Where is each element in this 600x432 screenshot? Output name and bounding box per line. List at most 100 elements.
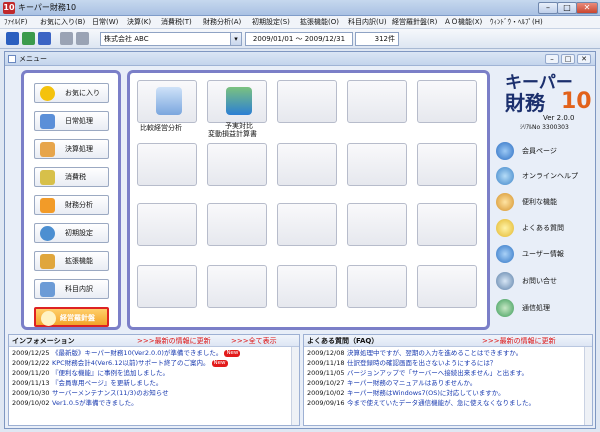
- information-scrollbar[interactable]: [291, 347, 299, 425]
- faq-row[interactable]: 2009/09/16 今まで使えていたデータ通信機能が、急に使えなくなりました。: [307, 399, 535, 408]
- window-icon: [8, 55, 16, 63]
- link-contact[interactable]: お問い合せ: [522, 276, 557, 286]
- tool-icon[interactable]: [60, 32, 73, 45]
- info-text[interactable]: 『便利な機能』に事例を追加しました。: [52, 369, 169, 377]
- mail-icon[interactable]: [38, 32, 51, 45]
- maximize-button[interactable]: □: [557, 2, 577, 14]
- faq-row[interactable]: 2009/12/08 決算処理中ですが、翌期の入力を進めることはできますか。: [307, 349, 522, 358]
- menu-breakdown[interactable]: 科目内訳(U): [348, 16, 387, 29]
- tile-budget-comparison[interactable]: [207, 80, 267, 123]
- faq-row[interactable]: 2009/10/27 キーパー財務のマニュアルはありませんか。: [307, 379, 476, 388]
- nav-closing[interactable]: 決算処理: [34, 139, 109, 159]
- faq-row[interactable]: 2009/11/18 仕訳登録時の確認画面を出さないようにするには？: [307, 359, 496, 368]
- chevron-down-icon[interactable]: ▾: [230, 33, 241, 45]
- information-showall-link[interactable]: >>>全て表示: [231, 335, 277, 347]
- faq-icon[interactable]: [496, 219, 514, 237]
- nav-settings[interactable]: 初期設定: [34, 223, 109, 243]
- faq-text[interactable]: キーパー財務はWindows7(OS)に対応していますか。: [347, 389, 505, 397]
- info-text[interactable]: 『会員専用ページ』を更新しました。: [52, 379, 162, 387]
- tile-empty: [277, 203, 337, 246]
- faq-text[interactable]: 決算処理中ですが、翌期の入力を進めることはできますか。: [347, 349, 522, 357]
- info-icon[interactable]: [496, 245, 514, 263]
- menu-closing[interactable]: 決算(K): [127, 16, 151, 29]
- nav-label: お気に入り: [65, 89, 100, 97]
- bar-chart-icon: [40, 198, 55, 213]
- link-online-help[interactable]: オンラインヘルプ: [522, 171, 578, 181]
- menu-window-help[interactable]: ｳｨﾝﾄﾞｳ・ﾍﾙﾌﾟ(H): [490, 16, 543, 29]
- serial-number: ｼﾘｱﾙNo 3300303: [520, 124, 569, 131]
- close-button[interactable]: ✕: [576, 2, 598, 14]
- menu-extensions[interactable]: 拡張機能(O): [300, 16, 339, 29]
- faq-title: よくある質問（FAQ）: [307, 337, 379, 345]
- menu-favorites[interactable]: お気に入り(B): [40, 16, 85, 29]
- nav-extensions[interactable]: 拡張機能: [34, 251, 109, 271]
- info-text[interactable]: 《最新版》キーパー財務10(Ver2.0.0)が準備できました。: [52, 349, 222, 357]
- information-refresh-link[interactable]: >>>最新の情報に更新: [137, 335, 211, 347]
- menu-settings[interactable]: 初期設定(S): [252, 16, 290, 29]
- info-row[interactable]: 2009/12/22 KPC財務会計4(Ver6.12以前)サポート終了のご案内。…: [12, 359, 228, 368]
- contact-icon[interactable]: [496, 272, 514, 290]
- minimize-button[interactable]: –: [538, 2, 558, 14]
- version-text: Ver 2.0.0: [543, 114, 575, 122]
- member-icon[interactable]: [496, 142, 514, 160]
- tile-comparative-analysis[interactable]: [137, 80, 197, 123]
- link-faq[interactable]: よくある質問: [522, 223, 564, 233]
- menu-window-titlebar: メニュー – □ ✕: [5, 52, 595, 66]
- faq-text[interactable]: 仕訳登録時の確認画面を出さないようにするには？: [347, 359, 496, 367]
- information-panel: インフォメーション >>>最新の情報に更新 >>>全て表示 2009/12/25…: [8, 334, 300, 426]
- chart-icon[interactable]: [22, 32, 35, 45]
- tile-empty: [347, 143, 407, 186]
- info-text[interactable]: KPC財務会計4(Ver6.12以前)サポート終了のご案内。: [52, 359, 210, 367]
- info-row[interactable]: 2009/10/02 Ver1.0.5が準備できました。: [12, 399, 138, 408]
- info-row[interactable]: 2009/11/13 『会員専用ページ』を更新しました。: [12, 379, 162, 388]
- nav-favorites[interactable]: お気に入り: [34, 83, 109, 103]
- inner-minimize-button[interactable]: –: [545, 54, 559, 64]
- faq-row[interactable]: 2009/10/02 キーパー財務はWindows7(OS)に対応していますか。: [307, 389, 505, 398]
- open-icon[interactable]: [6, 32, 19, 45]
- nav-label: 拡張機能: [65, 257, 93, 265]
- faq-row[interactable]: 2009/11/05 バージョンアップで「サーバーへ接続出来ません」と出ます。: [307, 369, 528, 378]
- period-field: 2009/01/01 ～ 2009/12/31: [245, 32, 353, 46]
- main-nav: お気に入り 日常処理 決算処理 消費税 財務分析 初期設定 拡張機能 科目内訳: [21, 70, 121, 330]
- faq-text[interactable]: キーパー財務のマニュアルはありませんか。: [347, 379, 476, 387]
- info-row[interactable]: 2009/10/30 サーバーメンテナンス(11/3)のお知らせ: [12, 389, 169, 398]
- menu-analysis[interactable]: 財務分析(A): [203, 16, 241, 29]
- link-user-info[interactable]: ユーザー情報: [522, 249, 564, 259]
- company-select[interactable]: 株式会社 ABC: [100, 32, 242, 46]
- faq-text[interactable]: バージョンアップで「サーバーへ接続出来ません」と出ます。: [347, 369, 528, 377]
- menu-daily[interactable]: 日常(W): [92, 16, 118, 29]
- faq-refresh-link[interactable]: >>>最新の情報に更新: [482, 335, 556, 347]
- tile-empty: [137, 265, 197, 308]
- info-text[interactable]: Ver1.0.5が準備できました。: [52, 399, 138, 407]
- nav-analysis[interactable]: 財務分析: [34, 195, 109, 215]
- online-help-icon[interactable]: [496, 167, 514, 185]
- information-title: インフォメーション: [12, 337, 75, 345]
- menu-file[interactable]: ﾌｧｲﾙ(F): [4, 16, 28, 29]
- link-communication[interactable]: 通信処理: [522, 303, 550, 313]
- nav-daily[interactable]: 日常処理: [34, 111, 109, 131]
- nav-breakdown[interactable]: 科目内訳: [34, 279, 109, 299]
- faq-date: 2009/10/02: [307, 389, 345, 397]
- info-row[interactable]: 2009/12/25 《最新版》キーパー財務10(Ver2.0.0)が準備できまし…: [12, 349, 241, 358]
- nav-compass[interactable]: 経営羅針盤: [34, 307, 109, 327]
- sync-icon[interactable]: [496, 299, 514, 317]
- link-member-page[interactable]: 会員ページ: [522, 146, 557, 156]
- tile-empty: [417, 265, 477, 308]
- faq-date: 2009/11/05: [307, 369, 345, 377]
- menu-compass[interactable]: 経営羅針盤(R): [392, 16, 437, 29]
- faq-scrollbar[interactable]: [584, 347, 592, 425]
- nav-label: 決算処理: [65, 145, 93, 153]
- pin-icon[interactable]: [76, 32, 89, 45]
- menu-tax[interactable]: 消費税(T): [161, 16, 192, 29]
- menu-ao[interactable]: ＡＯ機能(X): [444, 16, 482, 29]
- info-text[interactable]: サーバーメンテナンス(11/3)のお知らせ: [52, 389, 169, 397]
- tile-empty: [417, 143, 477, 186]
- link-useful-features[interactable]: 便利な機能: [522, 197, 557, 207]
- inner-close-button[interactable]: ✕: [577, 54, 591, 64]
- faq-date: 2009/10/27: [307, 379, 345, 387]
- faq-text[interactable]: 今まで使えていたデータ通信機能が、急に使えなくなりました。: [347, 399, 535, 407]
- nav-tax[interactable]: 消費税: [34, 167, 109, 187]
- info-row[interactable]: 2009/11/20 『便利な機能』に事例を追加しました。: [12, 369, 169, 378]
- inner-restore-button[interactable]: □: [561, 54, 575, 64]
- tips-icon[interactable]: [496, 193, 514, 211]
